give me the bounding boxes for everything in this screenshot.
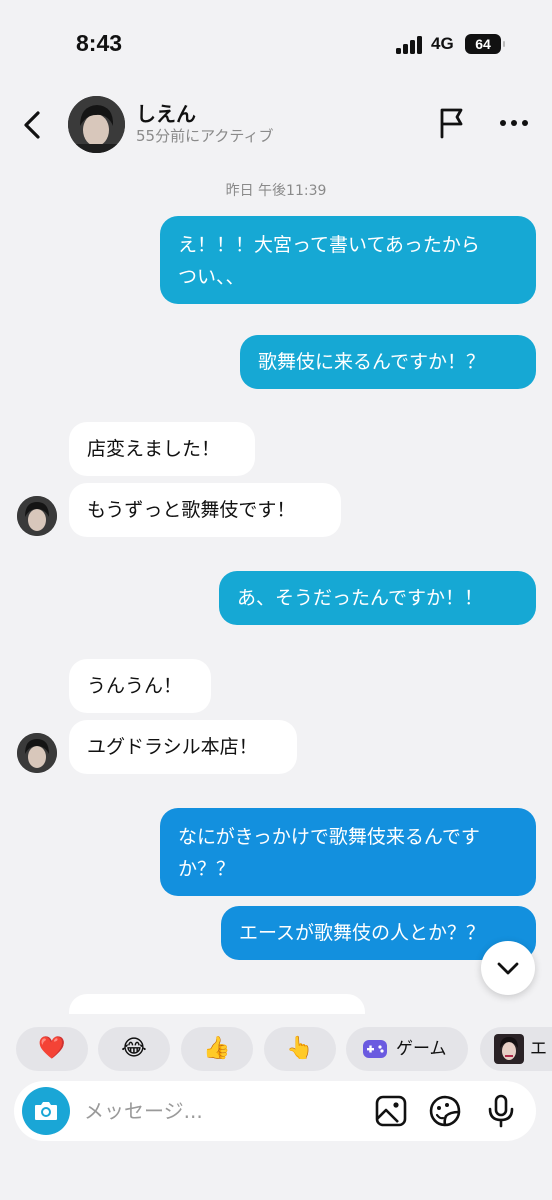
quick-reaction-bar: ❤️ 😂 👍 👆 ゲーム エ (0, 1027, 552, 1071)
heart-icon: ❤️ (38, 1036, 66, 1061)
camera-button[interactable] (22, 1087, 70, 1135)
avatar-thumbnail-icon (494, 1034, 524, 1064)
contact-status: 55分前にアクティブ (136, 127, 274, 145)
laughing-tears-icon: 😂 (121, 1036, 147, 1061)
image-icon (375, 1095, 407, 1127)
incoming-message[interactable]: ユグドラシル本店！ (69, 720, 297, 774)
incoming-message-partial[interactable] (69, 994, 365, 1014)
flag-icon (440, 108, 463, 139)
sticker-button[interactable] (428, 1094, 462, 1128)
chip-heart[interactable]: ❤️ (16, 1027, 88, 1071)
status-time: 8:43 (76, 30, 123, 56)
chip-game-label: ゲーム (396, 1039, 447, 1059)
chip-thumbs-up[interactable]: 👍 (181, 1027, 253, 1071)
message-text: 歌舞伎に来るんですか！？ (258, 351, 486, 373)
report-button[interactable] (436, 106, 468, 140)
contact-avatar[interactable] (68, 96, 125, 153)
message-text: 店変えました！ (87, 438, 221, 460)
thumbs-up-icon: 👍 (203, 1036, 231, 1061)
status-bar: 8:43 4G 64 (0, 0, 552, 90)
network-label: 4G (431, 34, 454, 53)
message-composer (14, 1081, 536, 1141)
battery-icon: 64 (465, 34, 505, 54)
incoming-message[interactable]: 店変えました！ (69, 422, 255, 476)
message-text-line: か？？ (178, 858, 236, 880)
message-text-line: なにがきっかけで歌舞伎来るんです (178, 826, 480, 848)
message-text-line: つい、、 (178, 266, 245, 288)
camera-icon (35, 1102, 57, 1120)
gallery-button[interactable] (374, 1094, 408, 1128)
chat-header: しえん 55分前にアクティブ (0, 90, 552, 160)
message-timestamp: 昨日 午後11:39 (225, 183, 327, 199)
outgoing-message[interactable]: なにがきっかけで歌舞伎来るんです か？？ (160, 808, 536, 896)
message-text: もうずっと歌舞伎です！ (87, 499, 296, 521)
signal-icon (396, 36, 424, 54)
contact-name[interactable]: しえん (136, 98, 196, 127)
back-button[interactable] (18, 108, 48, 142)
incoming-message[interactable]: うんうん！ (69, 659, 211, 713)
more-options-button[interactable] (496, 108, 532, 138)
contact-avatar-small[interactable] (17, 733, 57, 773)
incoming-message[interactable]: もうずっと歌舞伎です！ (69, 483, 341, 537)
outgoing-message[interactable]: あ、そうだったんですか！！ (219, 571, 536, 625)
message-text-line: え！！！大宮って書いてあったから (178, 234, 480, 256)
message-text: うんうん！ (87, 675, 183, 697)
game-controller-icon (363, 1040, 387, 1058)
outgoing-message[interactable]: 歌舞伎に来るんですか！？ (240, 335, 536, 389)
pointing-hand-icon: 👆 (286, 1036, 314, 1061)
chip-laugh[interactable]: 😂 (98, 1027, 170, 1071)
message-text: エースが歌舞伎の人とか？？ (239, 922, 486, 944)
chevron-down-icon (497, 962, 519, 975)
chip-point-up[interactable]: 👆 (264, 1027, 336, 1071)
scroll-to-bottom-button[interactable] (481, 941, 535, 995)
message-text: ユグドラシル本店！ (87, 736, 258, 758)
message-input[interactable] (84, 1095, 354, 1127)
sticker-icon (429, 1095, 461, 1127)
chip-game[interactable]: ゲーム (346, 1027, 468, 1071)
contact-avatar-small[interactable] (17, 496, 57, 536)
message-text: あ、そうだったんですか！！ (237, 587, 484, 609)
outgoing-message[interactable]: え！！！大宮って書いてあったから つい、、 (160, 216, 536, 304)
chip-avatar-label: エ (530, 1039, 547, 1059)
more-horizontal-icon (500, 120, 528, 126)
voice-button[interactable] (484, 1094, 518, 1128)
chip-avatar[interactable]: エ (480, 1027, 552, 1071)
microphone-icon (488, 1094, 514, 1128)
chevron-left-icon (24, 111, 40, 139)
